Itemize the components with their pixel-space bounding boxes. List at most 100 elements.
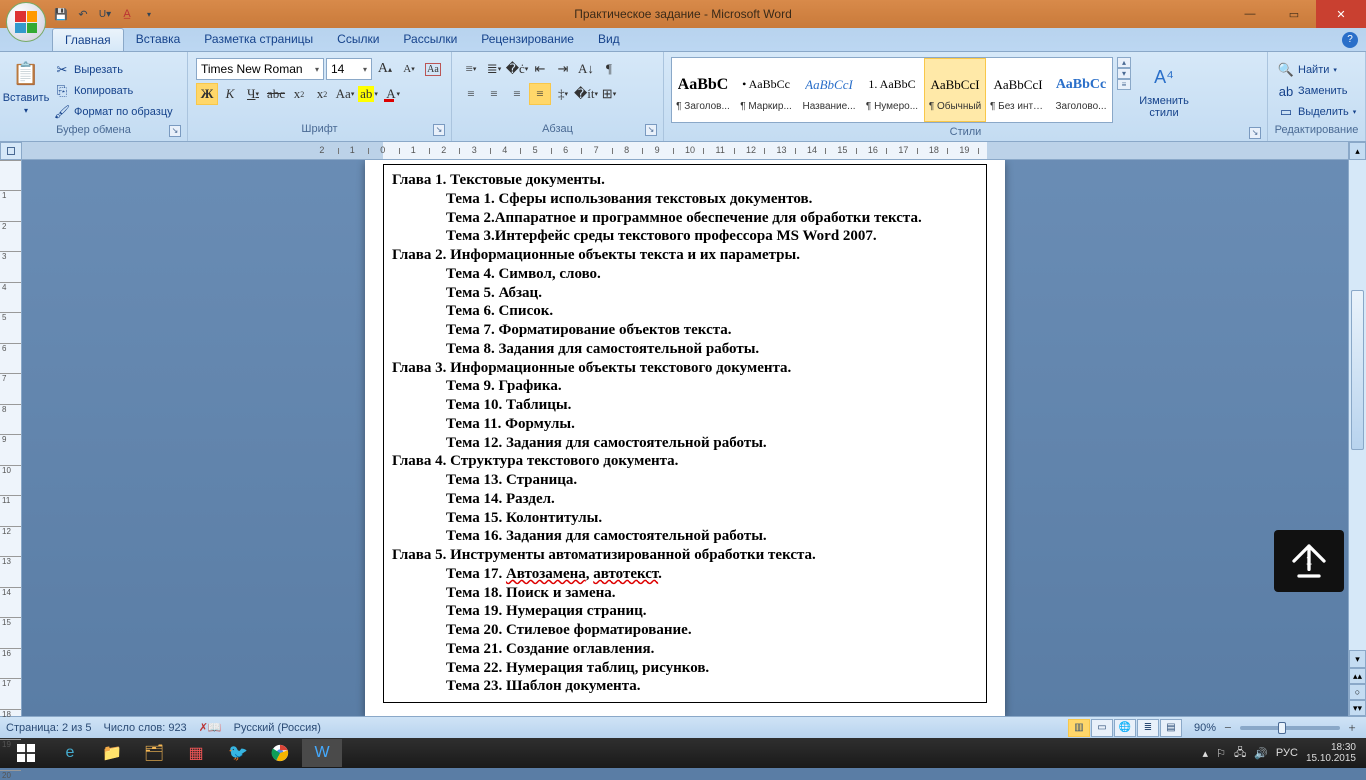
tray-up-icon[interactable]: ▴ bbox=[1203, 747, 1209, 760]
tab-3[interactable]: Ссылки bbox=[325, 28, 391, 51]
vertical-ruler[interactable]: 1234567891011121314151617181920 bbox=[0, 160, 22, 716]
line-spacing-button[interactable]: ‡▾ bbox=[552, 83, 574, 105]
font-launcher[interactable]: ↘ bbox=[433, 124, 445, 136]
view-print-layout[interactable]: ▥ bbox=[1068, 719, 1090, 737]
bold-button[interactable]: Ж bbox=[196, 83, 218, 105]
status-proofing-icon[interactable]: ✗📖 bbox=[199, 721, 222, 734]
redo-icon[interactable]: U▾ bbox=[96, 5, 114, 23]
font-family-combo[interactable]: Times New Roman▾ bbox=[196, 58, 324, 80]
font-color-button[interactable]: A▾ bbox=[380, 83, 402, 105]
borders-button[interactable]: ⊞▾ bbox=[598, 83, 620, 105]
styles-scroll-down[interactable]: ▾ bbox=[1117, 68, 1131, 79]
tab-5[interactable]: Рецензирование bbox=[469, 28, 586, 51]
help-icon[interactable]: ? bbox=[1342, 32, 1358, 48]
save-icon[interactable]: 💾 bbox=[52, 5, 70, 23]
style-item-3[interactable]: 1. AaBbC¶ Нумеро... bbox=[861, 58, 923, 122]
minimize-button[interactable]: — bbox=[1228, 0, 1272, 28]
change-styles-button[interactable]: A⁴ Изменить стили bbox=[1135, 57, 1193, 123]
tray-clock[interactable]: 18:3015.10.2015 bbox=[1306, 742, 1356, 764]
italic-button[interactable]: К bbox=[219, 83, 241, 105]
zoom-out-button[interactable]: − bbox=[1220, 720, 1236, 736]
horizontal-ruler[interactable]: 21012345678910111213141516171819 bbox=[22, 142, 1348, 160]
browse-object-button[interactable]: ○ bbox=[1349, 684, 1366, 700]
paste-button[interactable]: 📋 Вставить ▾ bbox=[4, 54, 48, 119]
taskbar-folder-open-icon[interactable]: 🗂 bbox=[134, 739, 174, 767]
style-item-0[interactable]: AaBbC¶ Заголов... bbox=[672, 58, 734, 122]
find-button[interactable]: 🔍Найти▾ bbox=[1274, 60, 1360, 80]
paragraph-launcher[interactable]: ↘ bbox=[645, 124, 657, 136]
qat-custom-icon[interactable]: A̲ bbox=[118, 5, 136, 23]
taskbar-ie-icon[interactable]: e bbox=[50, 739, 90, 767]
tab-2[interactable]: Разметка страницы bbox=[192, 28, 325, 51]
highlight-button[interactable]: ab▾ bbox=[357, 83, 379, 105]
zoom-slider-knob[interactable] bbox=[1278, 722, 1286, 734]
taskbar-app2-icon[interactable]: 🐦 bbox=[218, 739, 258, 767]
taskbar-chrome-icon[interactable] bbox=[260, 739, 300, 767]
document-area[interactable]: Глава 1. Текстовые документы.Тема 1. Сфе… bbox=[22, 160, 1348, 716]
change-case-button[interactable]: Aa▾ bbox=[334, 83, 356, 105]
decrease-indent-button[interactable]: ⇤ bbox=[529, 58, 551, 80]
qat-more-icon[interactable]: ▾ bbox=[140, 5, 158, 23]
style-item-5[interactable]: AaBbCcI¶ Без инте... bbox=[987, 58, 1049, 122]
view-outline[interactable]: ≣ bbox=[1137, 719, 1159, 737]
tab-6[interactable]: Вид bbox=[586, 28, 632, 51]
subscript-button[interactable]: x2 bbox=[288, 83, 310, 105]
close-button[interactable]: ✕ bbox=[1316, 0, 1366, 28]
styles-expand[interactable]: ≡ bbox=[1117, 79, 1131, 90]
tab-4[interactable]: Рассылки bbox=[391, 28, 469, 51]
align-right-button[interactable]: ≡ bbox=[506, 83, 528, 105]
sort-button[interactable]: A↓ bbox=[575, 58, 597, 80]
copy-button[interactable]: ⎘Копировать bbox=[50, 81, 177, 101]
ruler-corner[interactable] bbox=[0, 142, 22, 160]
maximize-button[interactable]: ▭ bbox=[1272, 0, 1316, 28]
grow-font-button[interactable]: A▴ bbox=[374, 58, 396, 80]
increase-indent-button[interactable]: ⇥ bbox=[552, 58, 574, 80]
scroll-thumb[interactable] bbox=[1351, 290, 1364, 450]
prev-page-button[interactable]: ▴▴ bbox=[1349, 668, 1366, 684]
align-left-button[interactable]: ≡ bbox=[460, 83, 482, 105]
select-button[interactable]: ▭Выделить▾ bbox=[1274, 102, 1360, 122]
style-item-1[interactable]: • AaBbCc¶ Маркир... bbox=[735, 58, 797, 122]
underline-button[interactable]: Ч▾ bbox=[242, 83, 264, 105]
style-item-4[interactable]: AaBbCcI¶ Обычный bbox=[924, 58, 986, 122]
status-words[interactable]: Число слов: 923 bbox=[104, 722, 187, 734]
show-marks-button[interactable]: ¶ bbox=[598, 58, 620, 80]
tray-volume-icon[interactable]: 🔊 bbox=[1254, 747, 1268, 760]
multilevel-button[interactable]: �ċ▾ bbox=[506, 58, 528, 80]
view-full-screen[interactable]: ▭ bbox=[1091, 719, 1113, 737]
status-language[interactable]: Русский (Россия) bbox=[234, 722, 321, 734]
styles-gallery[interactable]: AaBbC¶ Заголов...• AaBbCc¶ Маркир...AaBb… bbox=[671, 57, 1113, 123]
style-item-6[interactable]: АаBbCcЗаголово... bbox=[1050, 58, 1112, 122]
undo-icon[interactable]: ↶ bbox=[74, 5, 92, 23]
cut-button[interactable]: ✂Вырезать bbox=[50, 60, 177, 80]
vertical-scrollbar[interactable]: ▴ ▾ ▴▴ ○ ▾▾ bbox=[1348, 142, 1366, 716]
numbering-button[interactable]: ≣▾ bbox=[483, 58, 505, 80]
shrink-font-button[interactable]: A▾ bbox=[398, 58, 420, 80]
font-size-combo[interactable]: 14▾ bbox=[326, 58, 372, 80]
shading-button[interactable]: �ít▾ bbox=[575, 83, 597, 105]
view-web[interactable]: 🌐 bbox=[1114, 719, 1136, 737]
style-item-2[interactable]: AaBbCcIНазвание... bbox=[798, 58, 860, 122]
taskbar-word-icon[interactable]: W bbox=[302, 739, 342, 767]
align-justify-button[interactable]: ≡ bbox=[529, 83, 551, 105]
scroll-down-button[interactable]: ▾ bbox=[1349, 650, 1366, 668]
strikethrough-button[interactable]: abc bbox=[265, 83, 287, 105]
view-draft[interactable]: ▤ bbox=[1160, 719, 1182, 737]
tray-network-icon[interactable]: 🖧 bbox=[1234, 744, 1246, 763]
zoom-in-button[interactable]: + bbox=[1344, 720, 1360, 736]
tray-language[interactable]: РУС bbox=[1276, 747, 1298, 759]
office-button[interactable] bbox=[6, 2, 46, 42]
status-page[interactable]: Страница: 2 из 5 bbox=[6, 722, 92, 734]
page-content[interactable]: Глава 1. Текстовые документы.Тема 1. Сфе… bbox=[383, 164, 987, 703]
zoom-value[interactable]: 90% bbox=[1194, 722, 1216, 734]
format-painter-button[interactable]: 🖌Формат по образцу bbox=[50, 102, 177, 122]
scroll-up-button[interactable]: ▴ bbox=[1349, 142, 1366, 160]
replace-button[interactable]: abЗаменить bbox=[1274, 81, 1360, 101]
clipboard-launcher[interactable]: ↘ bbox=[169, 125, 181, 137]
align-center-button[interactable]: ≡ bbox=[483, 83, 505, 105]
taskbar-explorer-icon[interactable]: 📁 bbox=[92, 739, 132, 767]
next-page-button[interactable]: ▾▾ bbox=[1349, 700, 1366, 716]
clear-formatting-button[interactable]: Aa bbox=[422, 58, 444, 80]
scroll-track[interactable] bbox=[1349, 160, 1366, 650]
bullets-button[interactable]: ≡▾ bbox=[460, 58, 482, 80]
